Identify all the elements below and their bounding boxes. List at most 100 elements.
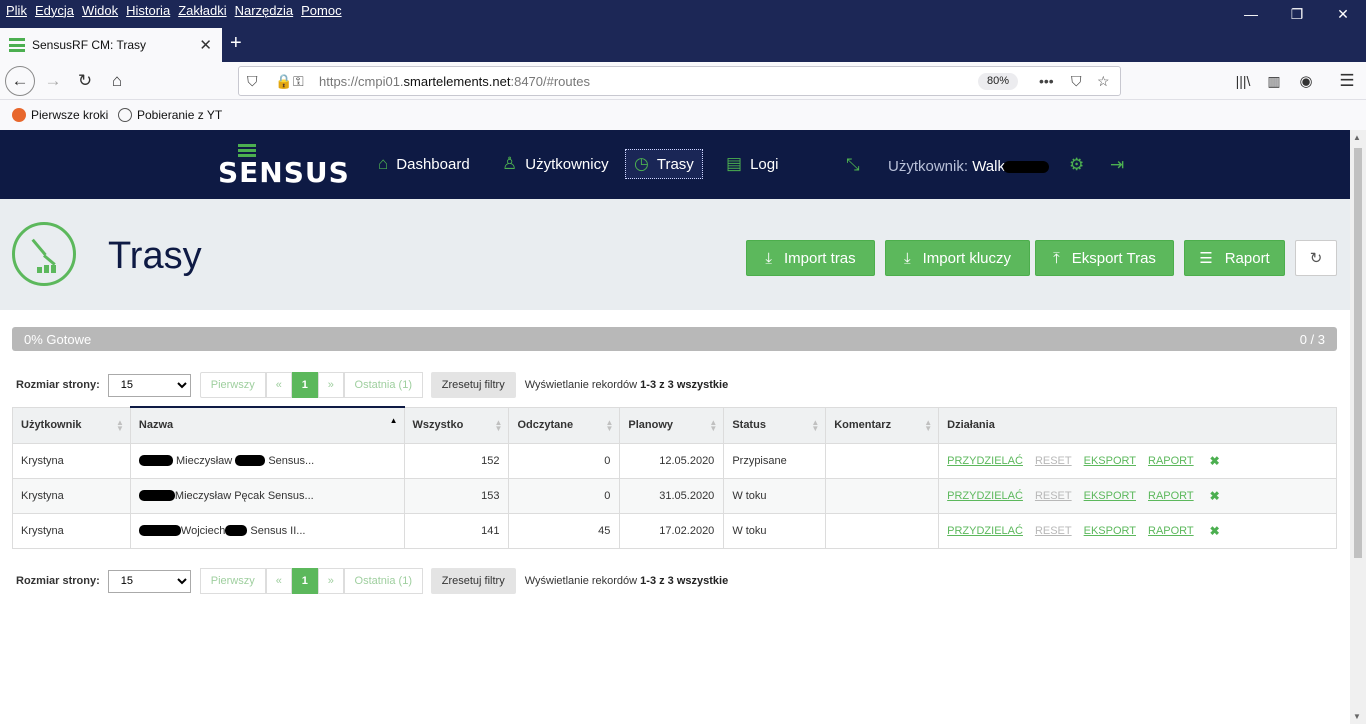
- url-text[interactable]: https://cmpi01.smartelements.net:8470/#r…: [319, 74, 590, 89]
- column-header-name[interactable]: Nazwa ▲: [129, 406, 405, 444]
- tab-bar: SensusRF CM: Trasy ✕ +: [0, 24, 1366, 62]
- pocket-icon[interactable]: ⛉: [1071, 73, 1082, 90]
- cell-actions: PRZYDZIELAĆ RESET EKSPORT RAPORT ✖: [938, 512, 1337, 549]
- column-header-status[interactable]: Status ▲ ▼: [723, 406, 827, 444]
- shield-icon[interactable]: ⛉: [247, 73, 258, 90]
- home-icon[interactable]: ⌂: [102, 66, 132, 96]
- page-size-select[interactable]: 15: [107, 373, 191, 397]
- assign-link[interactable]: PRZYDZIELAĆ: [947, 455, 1023, 467]
- hamburger-menu-icon[interactable]: ☰: [1332, 66, 1362, 96]
- page-scrollbar[interactable]: ▲ ▼: [1350, 130, 1366, 724]
- menu-view[interactable]: Widok: [82, 3, 118, 18]
- logo-text: SENSUS: [218, 156, 350, 189]
- page-size-select[interactable]: 15: [107, 569, 191, 593]
- reset-filters-button[interactable]: Zresetuj filtry: [430, 372, 516, 398]
- cell-actions: PRZYDZIELAĆ RESET EKSPORT RAPORT ✖: [938, 442, 1337, 479]
- nav-label: Użytkownicy: [525, 155, 609, 173]
- column-header-read[interactable]: Odczytane ▲ ▼: [508, 406, 621, 444]
- last-page-button[interactable]: Ostatnia (1): [343, 568, 423, 594]
- nav-label: Trasy: [656, 155, 694, 173]
- prev-page-button[interactable]: «: [265, 568, 292, 594]
- browser-menubar: Plik Edycja Widok Historia Zakładki Narz…: [0, 0, 1366, 24]
- delete-icon[interactable]: ✖: [1210, 489, 1220, 503]
- table-row[interactable]: Krystyna Wojciech Sensus II... 141 45 17…: [12, 512, 1337, 549]
- menu-help[interactable]: Pomoc: [301, 3, 341, 18]
- settings-gear-icon[interactable]: ⚙: [1069, 155, 1084, 175]
- next-page-button[interactable]: »: [317, 568, 344, 594]
- lock-icon[interactable]: 🔒: [275, 73, 292, 90]
- delete-icon[interactable]: ✖: [1210, 454, 1220, 468]
- reset-filters-button[interactable]: Zresetuj filtry: [430, 568, 516, 594]
- cell-read: 0: [508, 442, 621, 479]
- first-page-button[interactable]: Pierwszy: [199, 372, 266, 398]
- nav-logs[interactable]: ▤ Logi: [718, 149, 786, 179]
- account-icon[interactable]: ◉: [1291, 66, 1321, 96]
- bookmark-first-steps[interactable]: Pierwsze kroki: [12, 108, 108, 122]
- zoom-badge[interactable]: 80%: [978, 73, 1018, 90]
- export-routes-button[interactable]: ⤒ Eksport Tras: [1035, 240, 1174, 276]
- close-tab-icon[interactable]: ✕: [199, 36, 212, 54]
- reset-link[interactable]: RESET: [1035, 525, 1072, 537]
- menu-history[interactable]: Historia: [126, 3, 170, 18]
- menu-bookmarks[interactable]: Zakładki: [178, 3, 226, 18]
- reset-link[interactable]: RESET: [1035, 455, 1072, 467]
- current-page-button[interactable]: 1: [291, 568, 318, 594]
- compress-icon[interactable]: ⤡: [846, 155, 860, 175]
- import-routes-button[interactable]: ⤓ Import tras: [746, 240, 875, 276]
- export-link[interactable]: EKSPORT: [1084, 525, 1136, 537]
- first-page-button[interactable]: Pierwszy: [199, 568, 266, 594]
- next-page-button[interactable]: »: [317, 372, 344, 398]
- menu-edit[interactable]: Edycja: [35, 3, 74, 18]
- table-row[interactable]: Krystyna Mieczysław Sensus... 152 0 12.0…: [12, 442, 1337, 479]
- sidebar-icon[interactable]: ▥: [1259, 66, 1289, 96]
- user-label: Użytkownik:: [888, 158, 969, 175]
- bookmark-yt[interactable]: Pobieranie z YT: [118, 108, 222, 122]
- key-icon[interactable]: ⚿: [293, 73, 304, 90]
- records-info: Wyświetlanie rekordów 1-3 z 3 wszystkie: [524, 379, 729, 391]
- report-link[interactable]: RAPORT: [1148, 525, 1194, 537]
- nav-routes[interactable]: ◷ Trasy: [625, 149, 703, 179]
- refresh-button[interactable]: ↻: [1295, 240, 1337, 276]
- menu-file[interactable]: Plik: [6, 3, 27, 18]
- assign-link[interactable]: PRZYDZIELAĆ: [947, 525, 1023, 537]
- url-bar[interactable]: ⛉ 🔒 ⚿ https://cmpi01.smartelements.net:8…: [238, 66, 1121, 96]
- tab-sensus[interactable]: SensusRF CM: Trasy ✕: [0, 28, 222, 62]
- column-header-planned[interactable]: Planowy ▲ ▼: [619, 406, 725, 444]
- scroll-down-icon[interactable]: ▼: [1353, 712, 1361, 721]
- more-icon[interactable]: •••: [1039, 73, 1054, 89]
- current-page-button[interactable]: 1: [291, 372, 318, 398]
- report-link[interactable]: RAPORT: [1148, 490, 1194, 502]
- new-tab-icon[interactable]: +: [230, 32, 242, 55]
- assign-link[interactable]: PRZYDZIELAĆ: [947, 490, 1023, 502]
- prev-page-button[interactable]: «: [265, 372, 292, 398]
- forward-icon[interactable]: →: [38, 66, 68, 96]
- scrollbar-thumb[interactable]: [1354, 148, 1362, 558]
- last-page-button[interactable]: Ostatnia (1): [343, 372, 423, 398]
- report-button[interactable]: ☰ Raport: [1184, 240, 1285, 276]
- export-link[interactable]: EKSPORT: [1084, 455, 1136, 467]
- report-link[interactable]: RAPORT: [1148, 455, 1194, 467]
- column-header-comment[interactable]: Komentarz ▲ ▼: [825, 406, 940, 444]
- star-icon[interactable]: ☆: [1097, 73, 1110, 90]
- sensus-logo[interactable]: SENSUS: [218, 144, 349, 189]
- cell-status: W toku: [723, 512, 827, 549]
- delete-icon[interactable]: ✖: [1210, 524, 1220, 538]
- reload-icon[interactable]: ↻: [70, 66, 100, 96]
- library-icon[interactable]: |||\: [1228, 66, 1258, 96]
- back-icon[interactable]: ←: [5, 66, 35, 96]
- column-header-all[interactable]: Wszystko ▲ ▼: [403, 406, 510, 444]
- reset-link[interactable]: RESET: [1035, 490, 1072, 502]
- cell-planned: 17.02.2020: [619, 512, 725, 549]
- nav-dashboard[interactable]: ⌂ Dashboard: [370, 149, 478, 179]
- export-link[interactable]: EKSPORT: [1084, 490, 1136, 502]
- import-keys-button[interactable]: ⤓ Import kluczy: [885, 240, 1030, 276]
- logout-icon[interactable]: ⇥: [1110, 155, 1124, 175]
- column-header-user[interactable]: Użytkownik ▲ ▼: [12, 406, 131, 444]
- page-size-label: Rozmiar strony:: [16, 379, 100, 391]
- scroll-up-icon[interactable]: ▲: [1353, 133, 1361, 142]
- menu-tools[interactable]: Narzędzia: [235, 3, 294, 18]
- table-row[interactable]: Krystyna Mieczysław Pęcak Sensus... 153 …: [12, 477, 1337, 514]
- routes-clock-icon: [12, 222, 76, 286]
- nav-users[interactable]: ♙ Użytkownicy: [494, 149, 617, 179]
- button-label: Raport: [1224, 249, 1270, 267]
